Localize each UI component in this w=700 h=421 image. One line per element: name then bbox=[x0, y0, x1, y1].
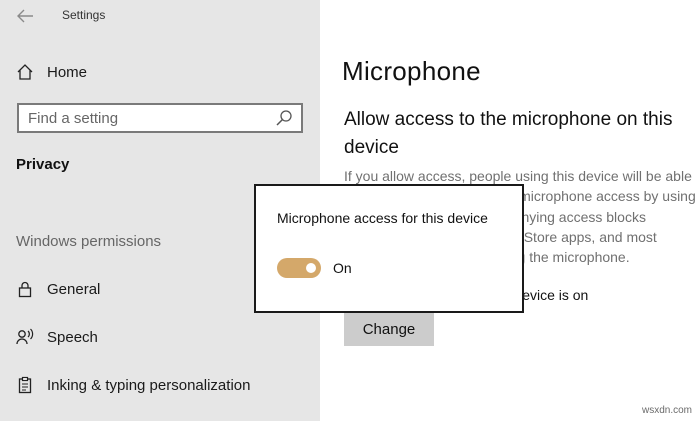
sidebar-item-label: Inking & typing personalization bbox=[47, 376, 251, 394]
sidebar-item-label: Speech bbox=[47, 328, 98, 346]
page-title: Microphone bbox=[342, 56, 481, 86]
toggle-state-label: On bbox=[333, 260, 352, 276]
flyout-title: Microphone access for this device bbox=[277, 210, 488, 226]
clipboard-icon bbox=[15, 375, 35, 395]
search-input[interactable] bbox=[19, 109, 274, 127]
app-title: Settings bbox=[62, 8, 106, 22]
sidebar-item-label: General bbox=[47, 280, 101, 298]
toggle-knob bbox=[306, 263, 316, 273]
search-icon[interactable] bbox=[274, 108, 294, 128]
lock-icon bbox=[15, 279, 35, 299]
group-heading-windows-permissions: Windows permissions bbox=[16, 233, 162, 250]
home-icon bbox=[15, 62, 35, 82]
sidebar-item-speech[interactable]: Speech bbox=[0, 326, 320, 348]
title-bar: Settings bbox=[0, 0, 320, 32]
sidebar-item-inking-typing[interactable]: Inking & typing personalization bbox=[0, 374, 320, 396]
speech-icon bbox=[15, 327, 35, 347]
sidebar-item-home[interactable]: Home bbox=[0, 61, 320, 83]
microphone-access-toggle[interactable] bbox=[277, 258, 321, 278]
section-heading-privacy: Privacy bbox=[16, 156, 70, 173]
section-heading: Allow access to the microphone on this d… bbox=[344, 109, 673, 158]
back-arrow-icon[interactable] bbox=[14, 6, 36, 26]
sidebar-item-label: Home bbox=[47, 63, 88, 81]
watermark: wsxdn.com bbox=[641, 405, 692, 416]
change-button[interactable]: Change bbox=[344, 313, 434, 346]
microphone-access-flyout: Microphone access for this device On bbox=[254, 184, 524, 313]
search-box[interactable] bbox=[17, 103, 303, 133]
